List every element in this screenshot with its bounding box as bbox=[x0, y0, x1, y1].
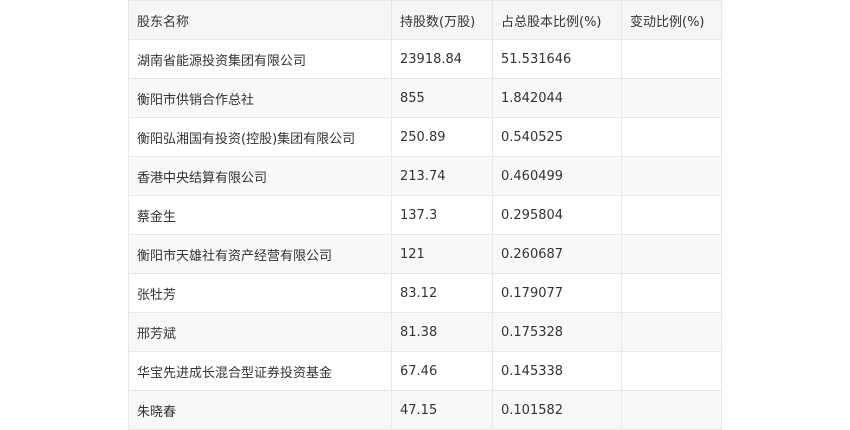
cell-shares-held: 81.38 bbox=[391, 312, 493, 352]
cell-shares-held: 47.15 bbox=[391, 390, 493, 430]
cell-shareholder-name: 朱晓春 bbox=[128, 390, 392, 430]
table-row: 香港中央结算有限公司 213.74 0.460499 bbox=[128, 156, 722, 196]
cell-share-ratio: 0.101582 bbox=[492, 390, 622, 430]
cell-share-ratio: 0.460499 bbox=[492, 156, 622, 196]
cell-shareholder-name: 香港中央结算有限公司 bbox=[128, 156, 392, 196]
table-row: 衡阳弘湘国有投资(控股)集团有限公司 250.89 0.540525 bbox=[128, 117, 722, 157]
cell-shares-held: 137.3 bbox=[391, 195, 493, 235]
table-row: 邢芳斌 81.38 0.175328 bbox=[128, 312, 722, 352]
cell-change-ratio bbox=[621, 390, 722, 430]
cell-shares-held: 855 bbox=[391, 78, 493, 118]
cell-change-ratio bbox=[621, 273, 722, 313]
cell-change-ratio bbox=[621, 39, 722, 79]
header-shares-held: 持股数(万股) bbox=[391, 0, 493, 40]
cell-change-ratio bbox=[621, 195, 722, 235]
cell-shares-held: 67.46 bbox=[391, 351, 493, 391]
cell-shares-held: 23918.84 bbox=[391, 39, 493, 79]
table-row: 蔡金生 137.3 0.295804 bbox=[128, 195, 722, 235]
table-row: 衡阳市天雄社有资产经营有限公司 121 0.260687 bbox=[128, 234, 722, 274]
cell-share-ratio: 0.175328 bbox=[492, 312, 622, 352]
cell-share-ratio: 1.842044 bbox=[492, 78, 622, 118]
cell-shareholder-name: 衡阳弘湘国有投资(控股)集团有限公司 bbox=[128, 117, 392, 157]
cell-change-ratio bbox=[621, 351, 722, 391]
cell-share-ratio: 0.540525 bbox=[492, 117, 622, 157]
cell-change-ratio bbox=[621, 234, 722, 274]
cell-shares-held: 121 bbox=[391, 234, 493, 274]
cell-shareholder-name: 张牡芳 bbox=[128, 273, 392, 313]
cell-change-ratio bbox=[621, 156, 722, 196]
table-row: 华宝先进成长混合型证券投资基金 67.46 0.145338 bbox=[128, 351, 722, 391]
cell-shareholder-name: 湖南省能源投资集团有限公司 bbox=[128, 39, 392, 79]
cell-shares-held: 213.74 bbox=[391, 156, 493, 196]
header-share-ratio: 占总股本比例(%) bbox=[492, 0, 622, 40]
table-row: 衡阳市供销合作总社 855 1.842044 bbox=[128, 78, 722, 118]
cell-shareholder-name: 邢芳斌 bbox=[128, 312, 392, 352]
cell-shareholder-name: 华宝先进成长混合型证券投资基金 bbox=[128, 351, 392, 391]
header-row: 股东名称 持股数(万股) 占总股本比例(%) 变动比例(%) bbox=[128, 0, 722, 40]
cell-change-ratio bbox=[621, 117, 722, 157]
cell-share-ratio: 0.295804 bbox=[492, 195, 622, 235]
table-body: 湖南省能源投资集团有限公司 23918.84 51.531646 衡阳市供销合作… bbox=[128, 39, 722, 430]
cell-share-ratio: 0.260687 bbox=[492, 234, 622, 274]
cell-shareholder-name: 衡阳市天雄社有资产经营有限公司 bbox=[128, 234, 392, 274]
cell-change-ratio bbox=[621, 78, 722, 118]
cell-shares-held: 250.89 bbox=[391, 117, 493, 157]
shareholders-table: 股东名称 持股数(万股) 占总股本比例(%) 变动比例(%) 湖南省能源投资集团… bbox=[128, 0, 722, 430]
cell-share-ratio: 51.531646 bbox=[492, 39, 622, 79]
cell-shares-held: 83.12 bbox=[391, 273, 493, 313]
cell-shareholder-name: 蔡金生 bbox=[128, 195, 392, 235]
header-shareholder-name: 股东名称 bbox=[128, 0, 392, 40]
cell-change-ratio bbox=[621, 312, 722, 352]
cell-share-ratio: 0.145338 bbox=[492, 351, 622, 391]
table-row: 张牡芳 83.12 0.179077 bbox=[128, 273, 722, 313]
table-row: 朱晓春 47.15 0.101582 bbox=[128, 390, 722, 430]
cell-share-ratio: 0.179077 bbox=[492, 273, 622, 313]
table-row: 湖南省能源投资集团有限公司 23918.84 51.531646 bbox=[128, 39, 722, 79]
header-change-ratio: 变动比例(%) bbox=[621, 0, 722, 40]
table-header: 股东名称 持股数(万股) 占总股本比例(%) 变动比例(%) bbox=[128, 0, 722, 40]
cell-shareholder-name: 衡阳市供销合作总社 bbox=[128, 78, 392, 118]
